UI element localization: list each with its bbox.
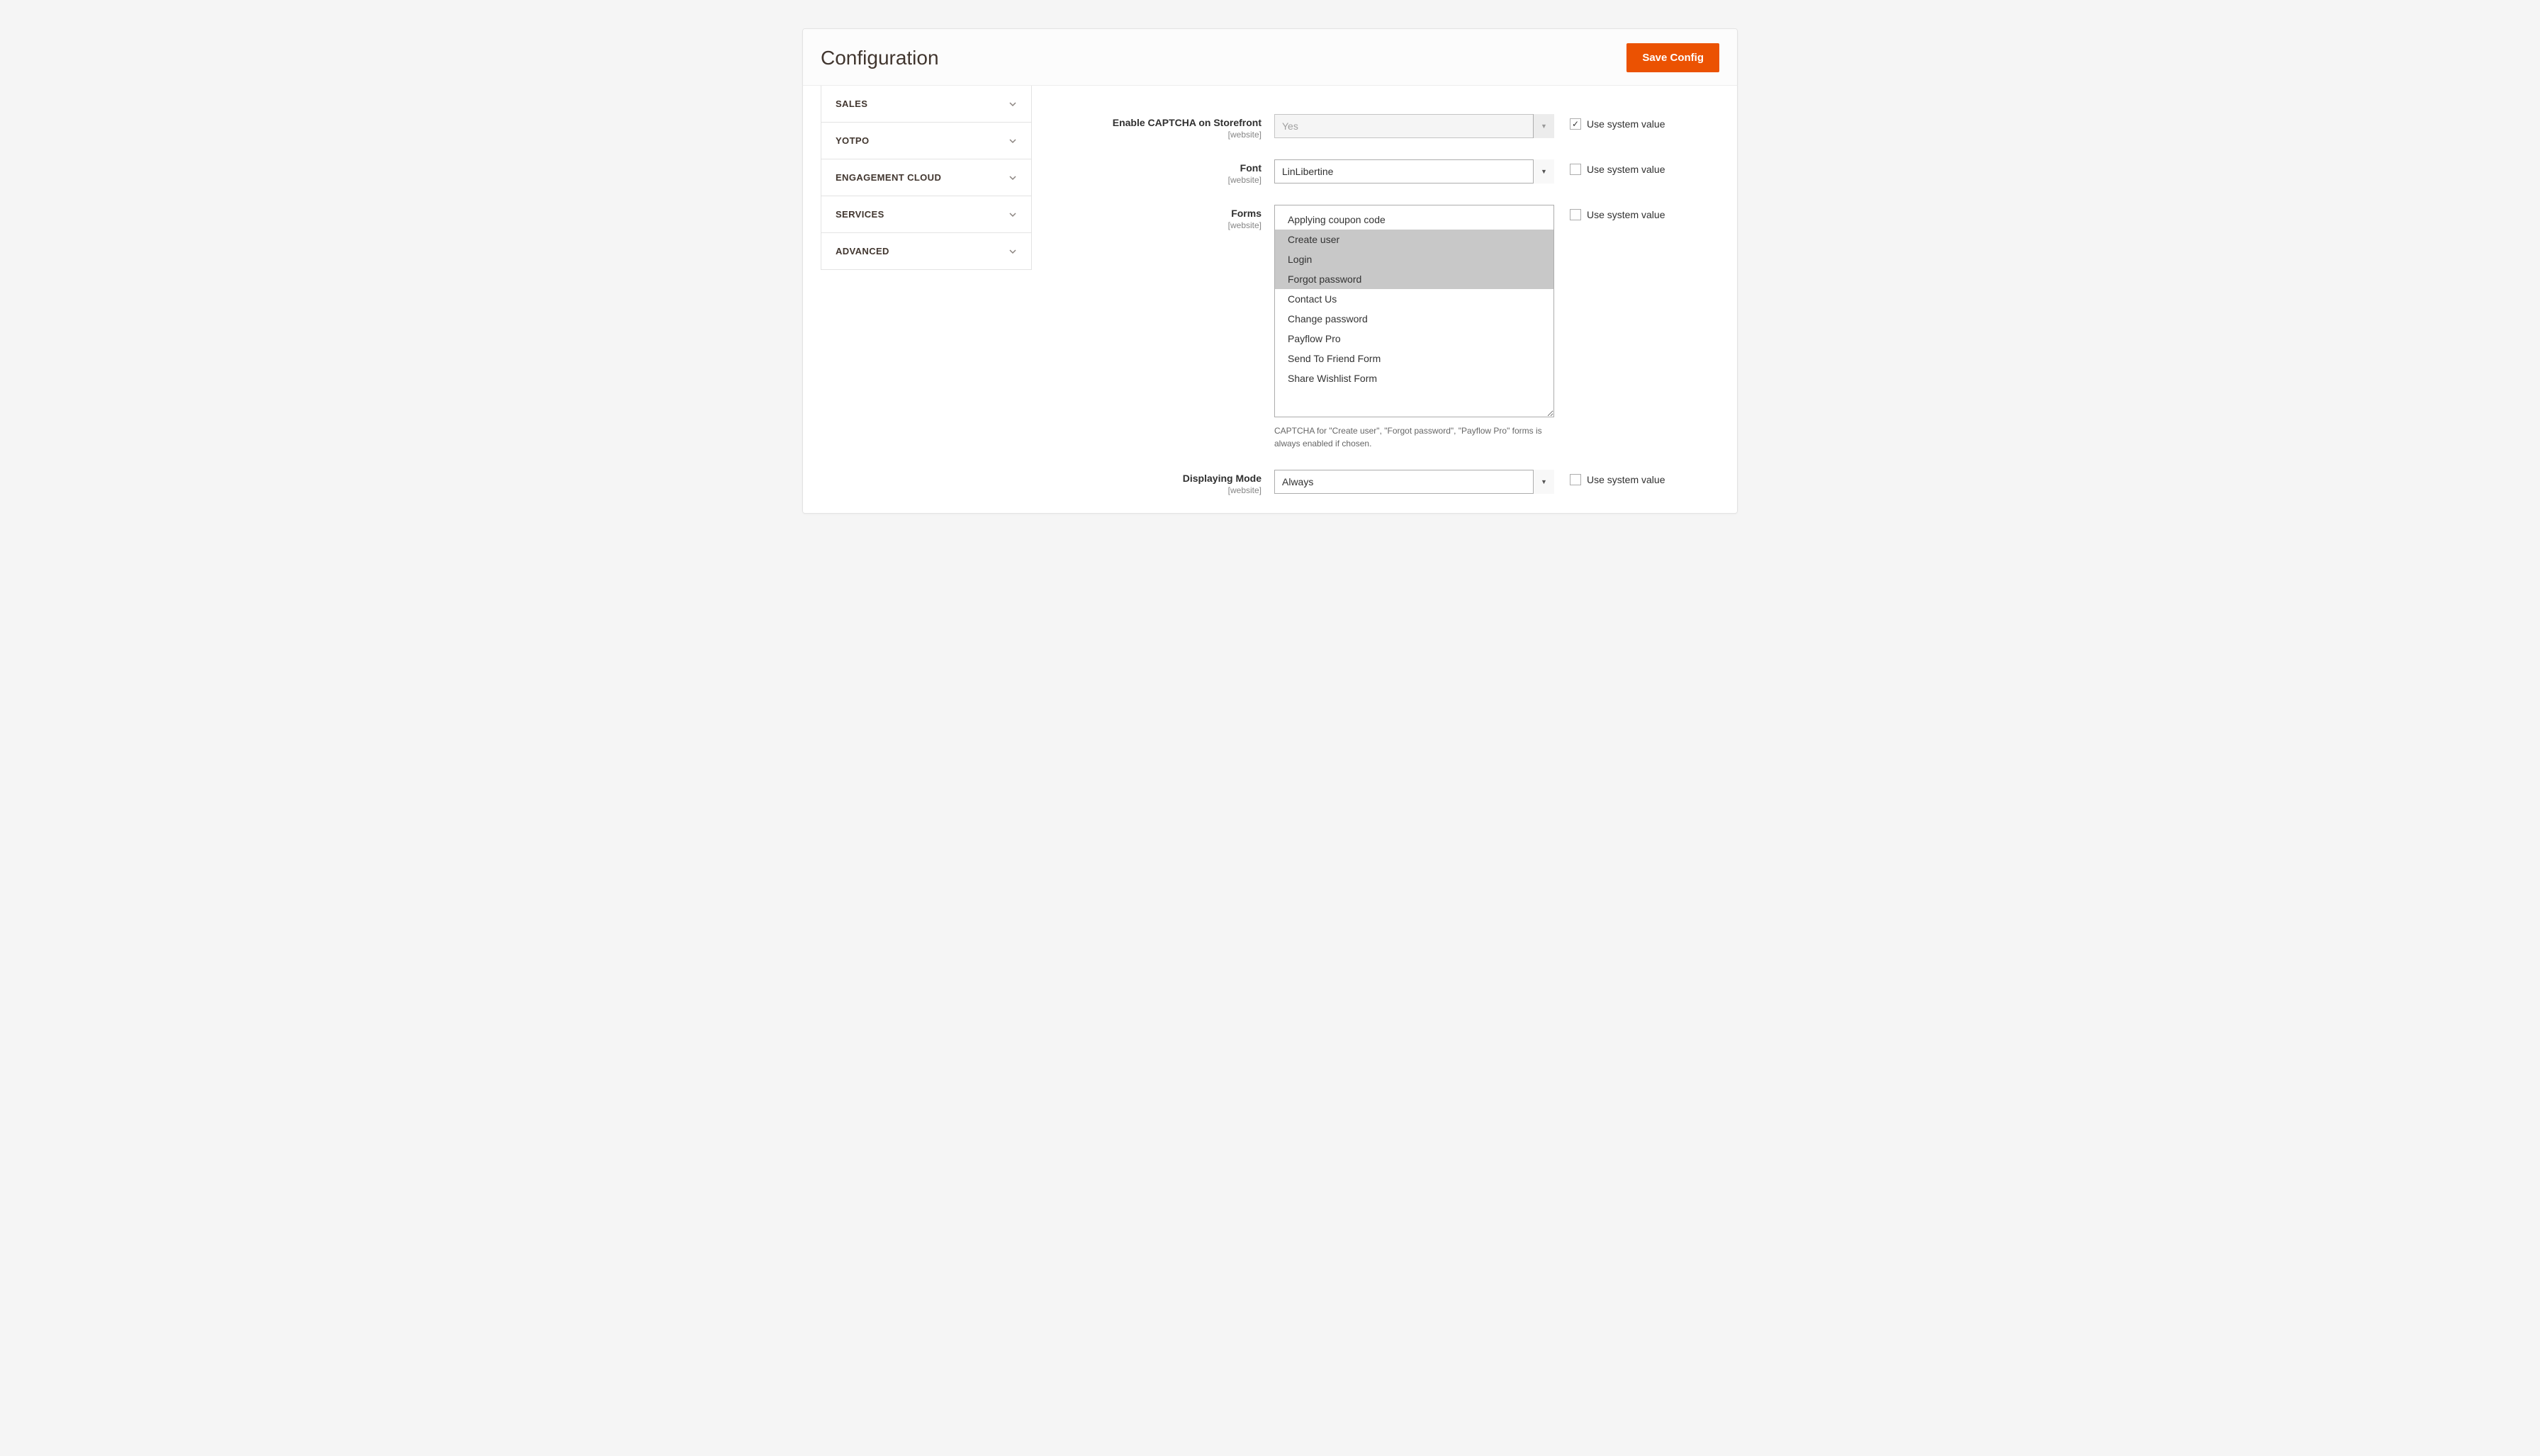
field-label: Forms [website]	[1053, 205, 1274, 230]
forms-option[interactable]: Create user	[1275, 230, 1553, 249]
use-system-checkbox[interactable]	[1570, 474, 1581, 485]
page-title: Configuration	[821, 47, 939, 69]
field-displaying-mode: Displaying Mode [website] Always ▼ Use s…	[1053, 470, 1719, 495]
field-control: Yes ▼	[1274, 114, 1554, 138]
field-font: Font [website] LinLibertine ▼ Use system…	[1053, 159, 1719, 185]
scope-text: [website]	[1053, 220, 1261, 230]
label-text: Displaying Mode	[1183, 473, 1261, 484]
sidebar-item-services[interactable]: SERVICES	[821, 196, 1032, 233]
forms-option[interactable]: Share Wishlist Form	[1275, 368, 1553, 388]
use-system-wrap: Use system value	[1554, 205, 1665, 220]
chevron-down-icon	[1008, 174, 1017, 182]
forms-option[interactable]: Send To Friend Form	[1275, 349, 1553, 368]
use-system-label[interactable]: Use system value	[1587, 164, 1665, 175]
save-config-button[interactable]: Save Config	[1626, 43, 1719, 72]
forms-note: CAPTCHA for "Create user", "Forgot passw…	[1274, 424, 1554, 450]
use-system-label[interactable]: Use system value	[1587, 118, 1665, 130]
sidebar-item-label: SERVICES	[836, 209, 884, 220]
page-header: Configuration Save Config	[803, 29, 1737, 85]
sidebar-item-label: ENGAGEMENT CLOUD	[836, 172, 941, 183]
use-system-label[interactable]: Use system value	[1587, 209, 1665, 220]
sidebar-item-advanced[interactable]: ADVANCED	[821, 233, 1032, 270]
sidebar-item-sales[interactable]: SALES	[821, 86, 1032, 123]
field-label: Font [website]	[1053, 159, 1274, 185]
config-sidebar: SALES YOTPO ENGAGEMENT CLOUD SERVICES	[821, 86, 1032, 495]
displaying-mode-select[interactable]: Always	[1274, 470, 1554, 494]
scope-text: [website]	[1053, 130, 1261, 140]
sidebar-item-label: YOTPO	[836, 135, 869, 146]
font-select[interactable]: LinLibertine	[1274, 159, 1554, 184]
field-label: Displaying Mode [website]	[1053, 470, 1274, 495]
use-system-checkbox[interactable]	[1570, 209, 1581, 220]
field-forms: Forms [website] Applying coupon codeCrea…	[1053, 205, 1719, 450]
use-system-checkbox[interactable]	[1570, 164, 1581, 175]
forms-option[interactable]: Payflow Pro	[1275, 329, 1553, 349]
forms-option[interactable]: Contact Us	[1275, 289, 1553, 309]
use-system-wrap: Use system value	[1554, 159, 1665, 175]
enable-captcha-select: Yes	[1274, 114, 1554, 138]
scope-text: [website]	[1053, 485, 1261, 495]
use-system-label[interactable]: Use system value	[1587, 474, 1665, 485]
field-control: Always ▼	[1274, 470, 1554, 494]
content: SALES YOTPO ENGAGEMENT CLOUD SERVICES	[803, 85, 1737, 513]
field-control: LinLibertine ▼	[1274, 159, 1554, 184]
sidebar-item-engagement-cloud[interactable]: ENGAGEMENT CLOUD	[821, 159, 1032, 196]
scope-text: [website]	[1053, 175, 1261, 185]
forms-option[interactable]: Applying coupon code	[1275, 210, 1553, 230]
sidebar-item-label: ADVANCED	[836, 246, 889, 256]
chevron-down-icon	[1008, 100, 1017, 108]
field-enable-captcha: Enable CAPTCHA on Storefront [website] Y…	[1053, 114, 1719, 140]
forms-option[interactable]: Login	[1275, 249, 1553, 269]
label-text: Enable CAPTCHA on Storefront	[1113, 117, 1261, 128]
chevron-down-icon	[1008, 247, 1017, 256]
chevron-down-icon	[1008, 137, 1017, 145]
forms-option[interactable]: Forgot password	[1275, 269, 1553, 289]
use-system-wrap: Use system value	[1554, 470, 1665, 485]
label-text: Font	[1240, 162, 1261, 174]
forms-multiselect[interactable]: Applying coupon codeCreate userLoginForg…	[1274, 205, 1554, 417]
sidebar-item-label: SALES	[836, 98, 867, 109]
sidebar-item-yotpo[interactable]: YOTPO	[821, 123, 1032, 159]
chevron-down-icon	[1008, 210, 1017, 219]
forms-option[interactable]: Change password	[1275, 309, 1553, 329]
configuration-page: Configuration Save Config SALES YOTPO EN…	[802, 28, 1738, 514]
use-system-wrap: Use system value	[1554, 114, 1665, 130]
field-control: Applying coupon codeCreate userLoginForg…	[1274, 205, 1554, 450]
field-label: Enable CAPTCHA on Storefront [website]	[1053, 114, 1274, 140]
config-form: Enable CAPTCHA on Storefront [website] Y…	[1053, 86, 1719, 495]
label-text: Forms	[1231, 208, 1261, 219]
use-system-checkbox[interactable]	[1570, 118, 1581, 130]
